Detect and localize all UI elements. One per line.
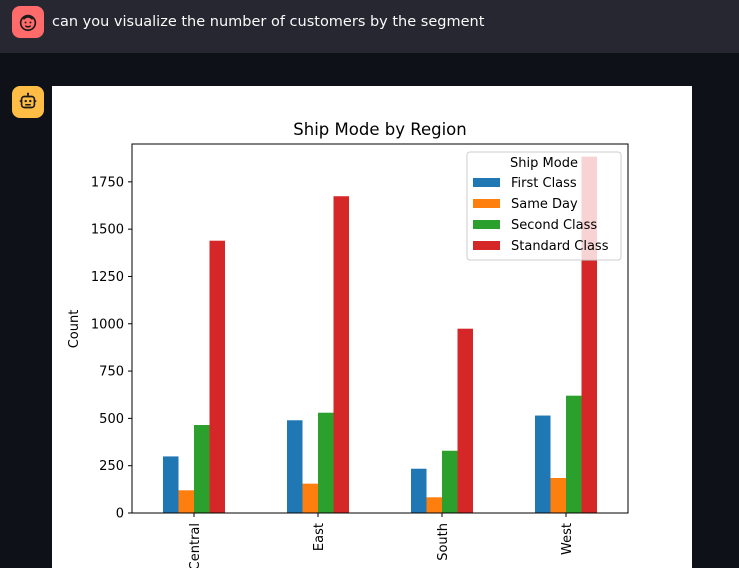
legend-entry-label: Standard Class — [511, 239, 609, 254]
robot-icon — [19, 92, 37, 109]
chart-card: Ship Mode by Region Count 0 250 500 750 1000… — [52, 86, 692, 568]
legend-title: Ship Mode — [510, 156, 578, 171]
smiling-face-icon — [19, 14, 37, 32]
bar-first-class-south — [411, 468, 427, 513]
bar-same-day-east — [302, 483, 318, 513]
y-axis-label: Count — [67, 310, 82, 349]
x-tick-label: East — [312, 523, 327, 551]
bar-second-class-south — [442, 450, 458, 513]
bar-second-class-west — [566, 395, 582, 513]
y-tick-label: 750 — [99, 365, 124, 380]
bar-same-day-south — [426, 497, 442, 513]
legend-swatch — [473, 241, 500, 250]
bar-same-day-west — [550, 477, 566, 513]
y-tick-label: 1000 — [91, 317, 124, 332]
bar-standard-class-south — [457, 328, 473, 513]
user-message-row: can you visualize the number of customer… — [0, 0, 739, 53]
legend-entry-label: First Class — [511, 176, 577, 191]
bar-first-class-central — [163, 456, 179, 513]
y-tick-label: 250 — [99, 459, 124, 474]
y-axis: 0 250 500 750 1000 1250 1500 1750 — [91, 175, 132, 522]
y-tick-label: 500 — [99, 412, 124, 427]
y-tick-label: 0 — [116, 507, 124, 522]
x-tick-label: West — [560, 523, 575, 555]
legend-swatch — [473, 178, 500, 187]
bar-standard-class-central — [209, 240, 225, 513]
bar-second-class-central — [194, 425, 210, 513]
bar-same-day-central — [178, 490, 194, 513]
x-tick-label: South — [436, 523, 451, 561]
bar-second-class-east — [318, 412, 334, 513]
bar-first-class-east — [287, 420, 303, 513]
bar-chart: Ship Mode by Region Count 0 250 500 750 1000… — [67, 120, 629, 568]
legend-swatch — [473, 220, 500, 229]
bar-standard-class-east — [333, 196, 349, 513]
legend-swatch — [473, 199, 500, 208]
assistant-avatar — [12, 86, 44, 118]
legend-entry-label: Second Class — [511, 218, 597, 233]
legend-entry-label: Same Day — [511, 197, 578, 212]
y-tick-label: 1250 — [91, 270, 124, 285]
bar-first-class-west — [535, 415, 551, 513]
chart-title: Ship Mode by Region — [293, 120, 466, 139]
x-axis: Central East South West — [188, 513, 575, 568]
chart-legend: Ship Mode First Class Same Day Second Class… — [466, 151, 622, 261]
y-tick-label: 1750 — [91, 175, 124, 190]
user-avatar — [12, 6, 44, 38]
x-tick-label: Central — [188, 523, 203, 568]
user-message-text: can you visualize the number of customer… — [52, 14, 485, 30]
y-tick-label: 1500 — [91, 223, 124, 238]
